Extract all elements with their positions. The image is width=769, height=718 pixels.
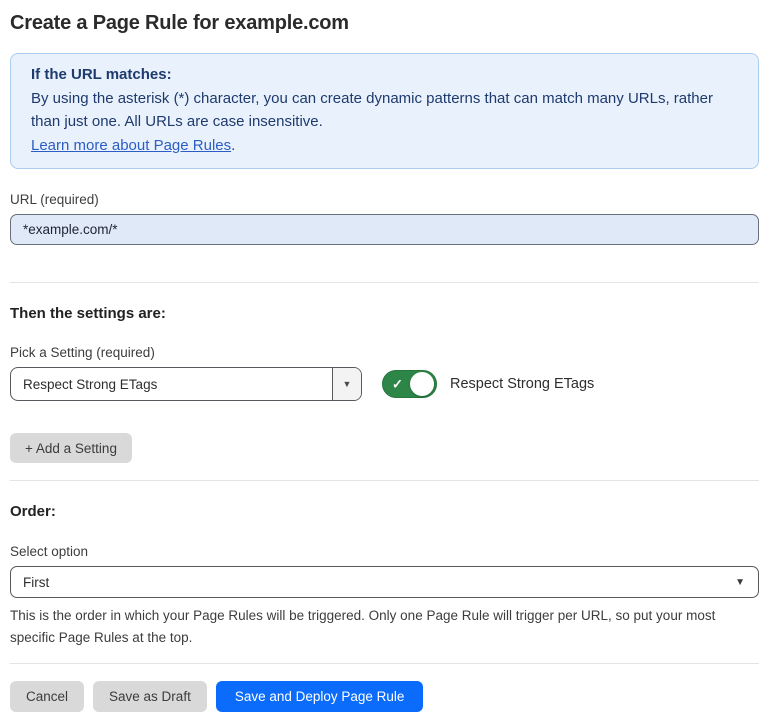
url-match-info-box: If the URL matches: By using the asteris… — [10, 53, 759, 169]
chevron-down-icon: ▼ — [722, 567, 758, 597]
add-setting-button[interactable]: + Add a Setting — [10, 433, 132, 463]
check-icon: ✓ — [392, 378, 403, 391]
setting-row: Respect Strong ETags ▼ ✓ Respect Strong … — [10, 367, 759, 401]
info-box-body: By using the asterisk (*) character, you… — [31, 87, 738, 134]
order-select[interactable]: First ▼ — [10, 566, 759, 598]
order-section-heading: Order: — [10, 503, 759, 520]
footer-divider — [10, 663, 759, 664]
save-as-draft-button[interactable]: Save as Draft — [93, 681, 207, 712]
info-box-heading: If the URL matches: — [31, 63, 738, 87]
learn-more-link[interactable]: Learn more about Page Rules — [31, 137, 231, 154]
setting-select[interactable]: Respect Strong ETags ▼ — [10, 367, 362, 401]
setting-toggle-label: Respect Strong ETags — [450, 376, 594, 392]
footer-actions: Cancel Save as Draft Save and Deploy Pag… — [10, 681, 759, 712]
pick-setting-label: Pick a Setting (required) — [10, 345, 759, 360]
section-divider — [10, 480, 759, 481]
save-and-deploy-button[interactable]: Save and Deploy Page Rule — [216, 681, 424, 712]
setting-select-value: Respect Strong ETags — [11, 368, 332, 400]
info-box-link-line: Learn more about Page Rules. — [31, 134, 738, 158]
order-select-value: First — [11, 567, 722, 597]
link-period: . — [231, 137, 235, 154]
order-select-label: Select option — [10, 544, 759, 559]
toggle-knob — [410, 372, 434, 396]
chevron-down-icon: ▼ — [343, 379, 352, 389]
order-help-text: This is the order in which your Page Rul… — [10, 605, 751, 649]
page-title: Create a Page Rule for example.com — [10, 12, 759, 35]
settings-section-heading: Then the settings are: — [10, 305, 759, 322]
url-field-label: URL (required) — [10, 192, 759, 207]
setting-select-arrow-button[interactable]: ▼ — [332, 368, 361, 400]
section-divider — [10, 282, 759, 283]
setting-toggle[interactable]: ✓ — [382, 370, 437, 398]
cancel-button[interactable]: Cancel — [10, 681, 84, 712]
url-input[interactable] — [10, 214, 759, 245]
